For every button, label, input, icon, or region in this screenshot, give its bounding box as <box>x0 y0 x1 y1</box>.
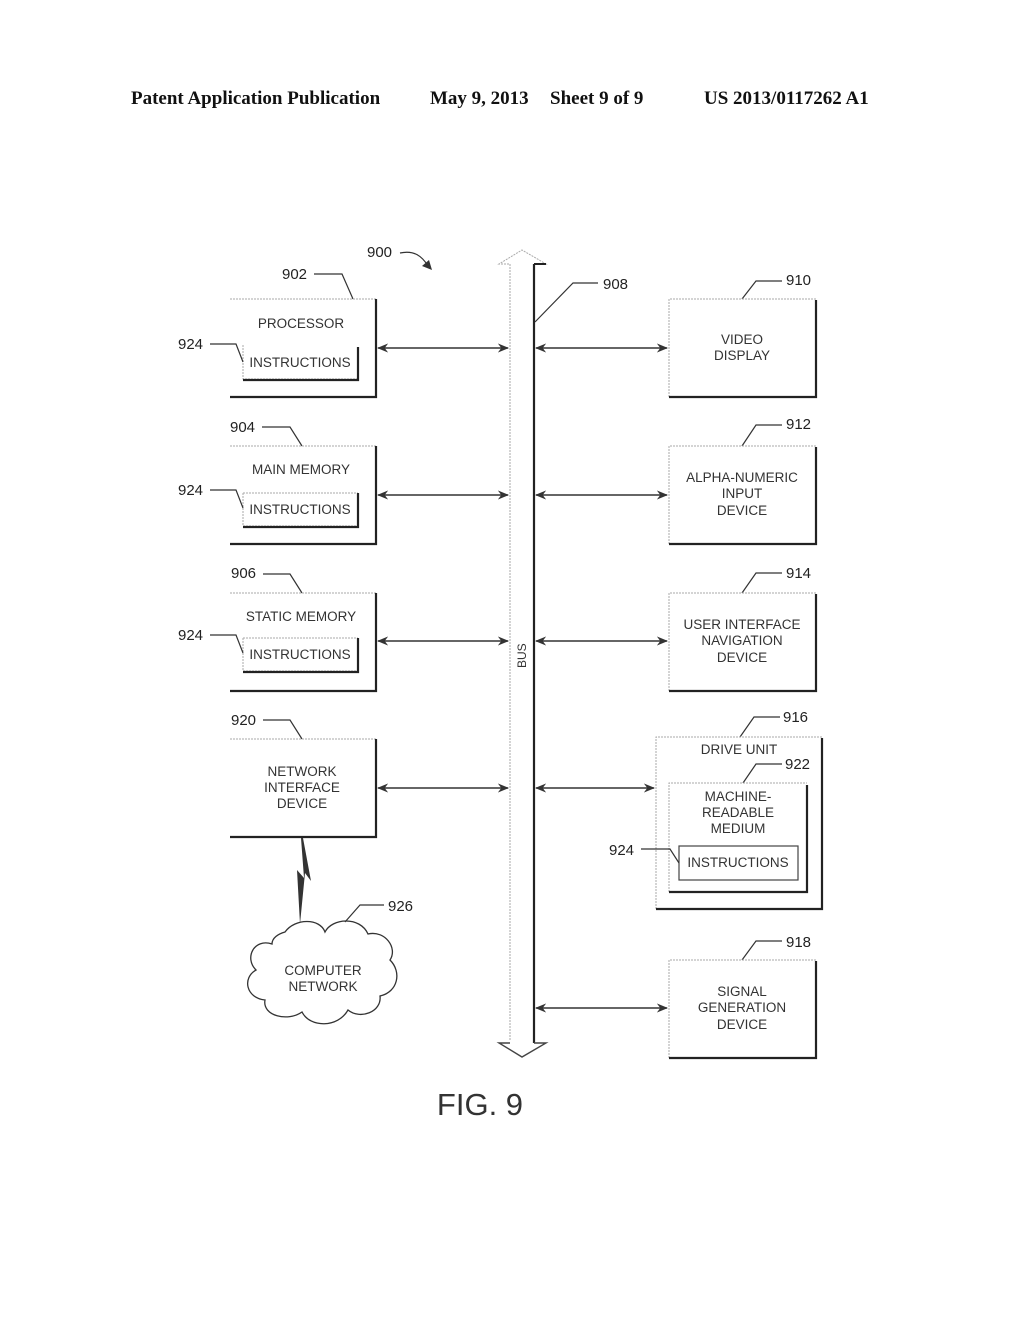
ref-922: 922 <box>785 756 810 773</box>
ref-916: 916 <box>783 709 808 726</box>
static-memory-block: 906 STATIC MEMORY INSTRUCTIONS 924 <box>178 565 510 693</box>
ref-924: 924 <box>178 336 203 353</box>
processor-label: PROCESSOR <box>258 316 345 331</box>
main-memory-block: 904 MAIN MEMORY INSTRUCTIONS 924 <box>178 419 510 546</box>
ref-924: 924 <box>609 842 634 859</box>
instructions-label: INSTRUCTIONS <box>249 647 350 662</box>
ref-900-arrowhead-icon <box>422 260 432 270</box>
ref-922-leader <box>742 763 782 784</box>
ref-908: 908 <box>603 276 628 293</box>
ref-920-leader <box>263 719 303 740</box>
instructions-label: INSTRUCTIONS <box>249 355 350 370</box>
ref-906-leader <box>263 573 303 594</box>
medium-label-line1: MACHINE- <box>705 789 772 804</box>
video-display-label-line2: DISPLAY <box>714 348 770 363</box>
alphanumeric-label-line3: DEVICE <box>717 503 767 518</box>
signal-generation-block: 918 SIGNAL GENERATION DEVICE <box>534 934 818 1060</box>
ref-900: 900 <box>367 244 392 261</box>
ref-924: 924 <box>178 627 203 644</box>
wireless-link-icon <box>297 838 311 924</box>
ref-918: 918 <box>786 934 811 951</box>
ref-918-leader <box>741 940 782 961</box>
figure-caption: FIG. 9 <box>437 1087 523 1122</box>
network-interface-label-line1: NETWORK <box>268 764 337 779</box>
alphanumeric-label-line1: ALPHA-NUMERIC <box>686 470 798 485</box>
drive-unit-label: DRIVE UNIT <box>701 742 778 757</box>
ref-914: 914 <box>786 565 811 582</box>
signal-generation-label-line1: SIGNAL <box>717 984 767 999</box>
video-display-label-line1: VIDEO <box>721 332 763 347</box>
instructions-label: INSTRUCTIONS <box>687 855 788 870</box>
medium-label-line3: MEDIUM <box>711 821 766 836</box>
main-memory-label: MAIN MEMORY <box>252 462 350 477</box>
ref-910: 910 <box>786 272 811 289</box>
ref-914-leader <box>741 572 782 594</box>
signal-generation-label-line3: DEVICE <box>717 1017 767 1032</box>
network-label-line2: NETWORK <box>289 979 358 994</box>
bus-label: BUS <box>515 643 529 668</box>
ref-924-leader <box>210 343 244 363</box>
ref-904: 904 <box>230 419 255 436</box>
ui-navigation-label-line1: USER INTERFACE <box>683 617 800 632</box>
signal-generation-label-line2: GENERATION <box>698 1000 786 1015</box>
ref-912: 912 <box>786 416 811 433</box>
drive-unit-block: 916 DRIVE UNIT 922 MACHINE- READABLE MED… <box>534 709 824 911</box>
ref-926-leader <box>344 904 384 923</box>
alphanumeric-label-line2: INPUT <box>722 486 763 501</box>
system-diagram: 900 BUS 908 902 PROCESSOR INSTRUCTIONS 9… <box>178 244 824 1122</box>
alphanumeric-input-block: 912 ALPHA-NUMERIC INPUT DEVICE <box>534 416 818 546</box>
ref-902: 902 <box>282 266 307 283</box>
ref-924: 924 <box>178 482 203 499</box>
computer-network-cloud: COMPUTER NETWORK 926 <box>247 898 413 1025</box>
network-label-line1: COMPUTER <box>284 963 362 978</box>
network-interface-label-line2: INTERFACE <box>264 780 340 795</box>
bus-down-arrow <box>496 1042 549 1058</box>
ref-926: 926 <box>388 898 413 915</box>
video-display-block: 910 VIDEO DISPLAY <box>534 272 818 399</box>
medium-label-line2: READABLE <box>702 805 774 820</box>
processor-block: 902 PROCESSOR INSTRUCTIONS 924 <box>178 266 510 399</box>
ref-924-leader <box>641 848 680 864</box>
ref-920: 920 <box>231 712 256 729</box>
ref-924-leader <box>210 489 244 509</box>
ref-902-leader <box>314 273 354 300</box>
ui-navigation-label-line3: DEVICE <box>717 650 767 665</box>
bus: BUS 908 <box>496 249 628 1058</box>
network-interface-block: 920 NETWORK INTERFACE DEVICE <box>230 712 510 924</box>
ui-navigation-block: 914 USER INTERFACE NAVIGATION DEVICE <box>534 565 818 693</box>
ref-916-leader <box>739 716 780 738</box>
network-interface-label-line3: DEVICE <box>277 796 327 811</box>
ref-904-leader <box>262 426 303 447</box>
instructions-label: INSTRUCTIONS <box>249 502 350 517</box>
ref-910-leader <box>741 280 782 300</box>
ref-908-leader <box>534 282 598 323</box>
ref-906: 906 <box>231 565 256 582</box>
ref-924-leader <box>210 634 244 654</box>
ref-900-arrow <box>399 251 429 267</box>
ui-navigation-label-line2: NAVIGATION <box>701 633 782 648</box>
ref-912-leader <box>741 424 782 447</box>
static-memory-label: STATIC MEMORY <box>246 609 356 624</box>
